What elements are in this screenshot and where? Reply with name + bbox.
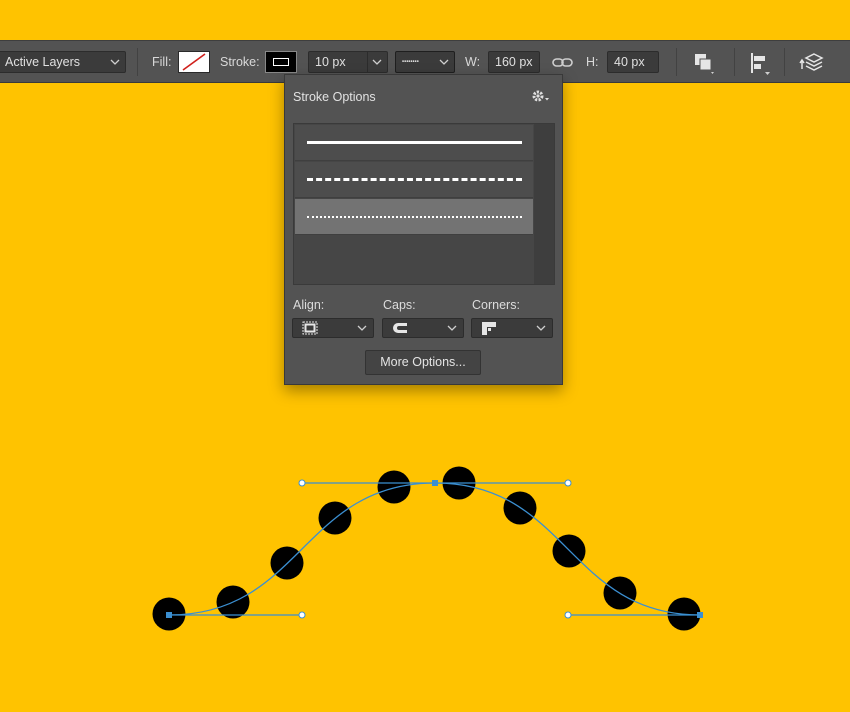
caps-dropdown[interactable] [382,318,464,338]
stroke-dot [377,470,411,504]
field-divider [367,52,368,72]
dotted-line-preview [307,216,522,218]
handle-point [564,611,572,619]
width-field[interactable]: 160 px [488,51,540,73]
stroke-options-panel: Stroke Options Align: Caps: Corners: Mor… [284,74,563,385]
solid-line-preview [307,141,522,144]
height-label: H: [586,55,599,69]
align-label: Align: [293,298,325,312]
anchor-point [432,480,438,486]
more-options-button[interactable]: More Options... [365,350,481,375]
chevron-down-icon [357,325,367,331]
chevron-down-icon [439,59,449,65]
stroke-type-dropdown[interactable]: •••••••• [395,51,455,73]
height-field[interactable]: 40 px [607,51,659,73]
anchor-point [166,612,172,618]
separator [137,48,138,76]
corners-dropdown[interactable] [471,318,553,338]
caps-label: Caps: [383,298,416,312]
panel-title: Stroke Options [293,90,376,104]
corners-label: Corners: [472,298,520,312]
path-arrangement-icon[interactable] [798,49,826,77]
handle-point [564,479,572,487]
path-alignment-icon[interactable] [746,49,774,77]
chevron-down-icon[interactable] [372,52,382,72]
width-value: 160 px [495,55,533,69]
no-fill-icon [182,53,206,71]
dashed-line-preview [307,178,522,181]
stroke-style-solid[interactable] [295,125,533,161]
link-icon[interactable] [549,49,577,77]
separator [734,48,735,76]
miter-corner-icon [482,322,496,335]
dotted-stroke [152,466,701,631]
width-label: W: [465,55,481,69]
layers-dropdown[interactable]: Active Layers [0,51,126,73]
stroke-width-value: 10 px [315,55,346,69]
stroke-style-list [293,123,555,285]
chevron-down-icon [447,325,457,331]
round-cap-icon [393,323,407,333]
height-value: 40 px [614,55,645,69]
chevron-down-icon [110,59,120,65]
stroke-style-dotted[interactable] [295,199,533,235]
fill-label: Fill: [152,55,172,69]
chevron-down-icon [536,325,546,331]
fill-swatch[interactable] [178,51,210,73]
separator [676,48,677,76]
stroke-color-icon [273,58,289,66]
stroke-type-preview: •••••••• [402,59,419,66]
handle-point [298,479,306,487]
path-operations-icon[interactable] [690,49,718,77]
gear-icon[interactable] [530,88,552,104]
layers-dropdown-label: Active Layers [5,55,81,69]
stroke-label: Stroke: [220,55,260,69]
align-inside-icon [302,321,318,335]
anchor-point [697,612,703,618]
align-dropdown[interactable] [292,318,374,338]
handle-point [298,611,306,619]
list-scrollbar[interactable] [534,124,554,284]
stroke-style-dashed[interactable] [295,162,533,198]
stroke-swatch[interactable] [265,51,297,73]
stroke-width-field[interactable]: 10 px [308,51,388,73]
separator [784,48,785,76]
